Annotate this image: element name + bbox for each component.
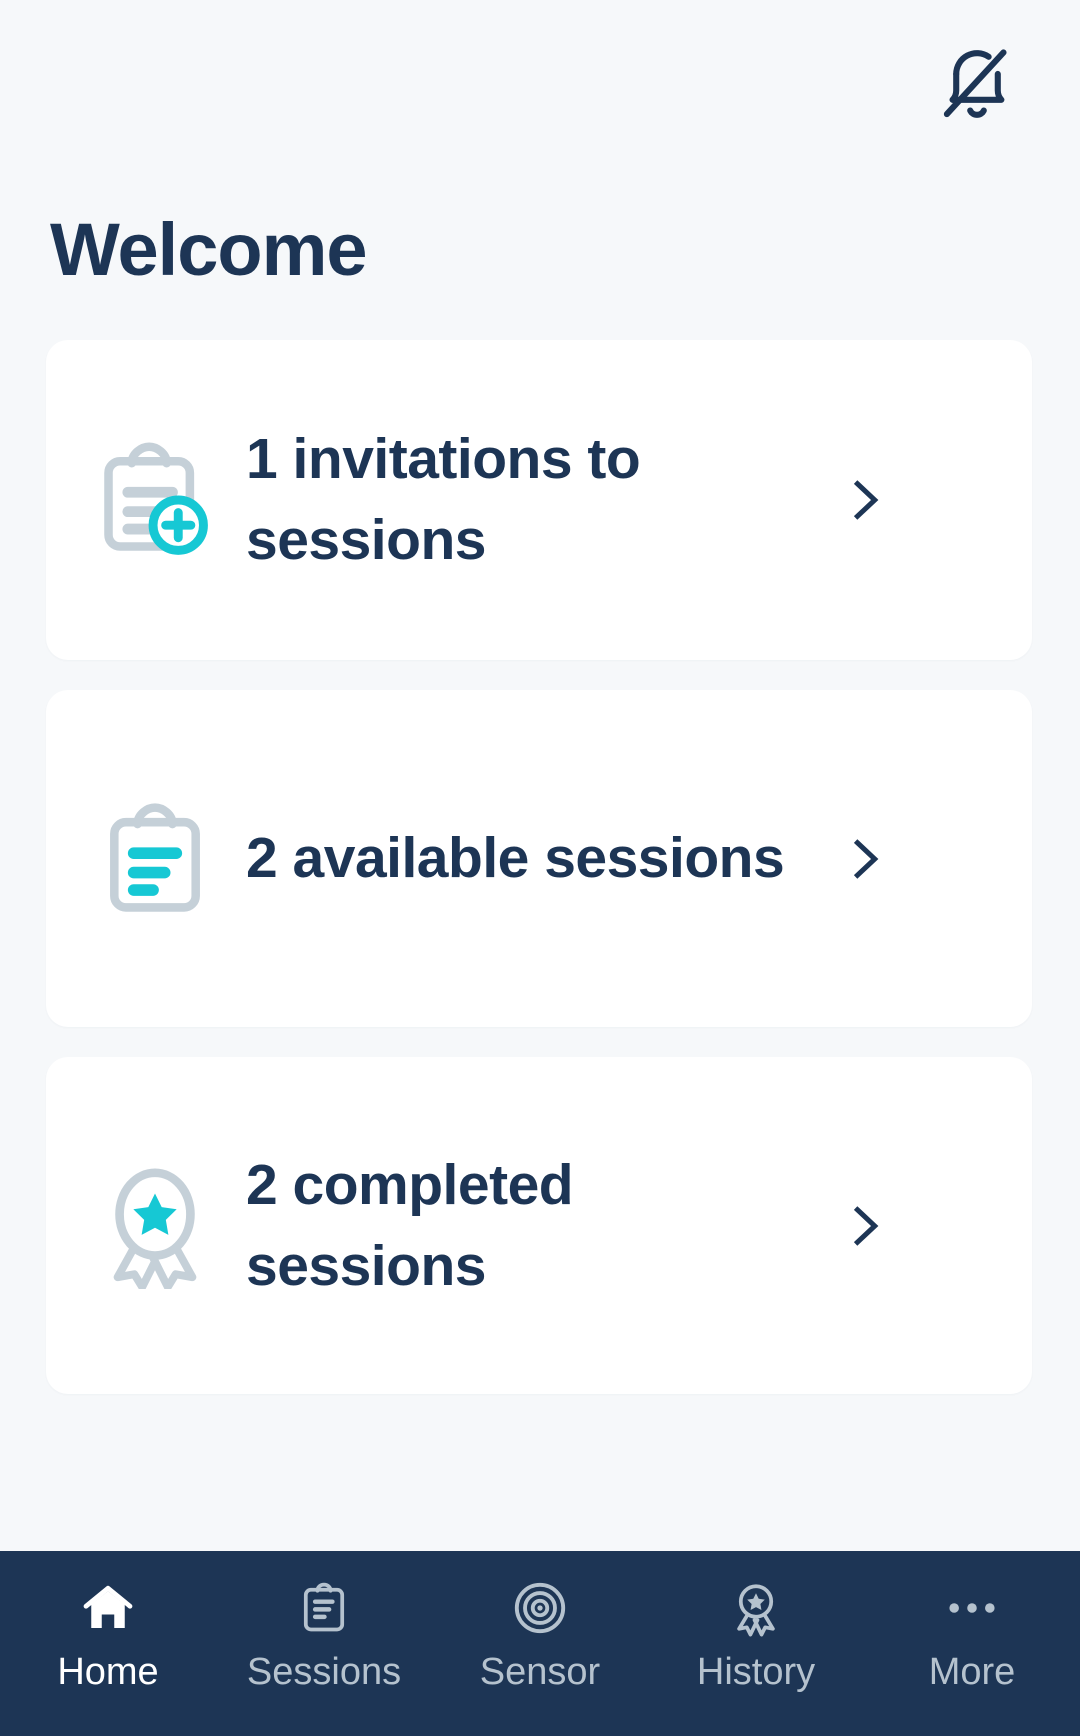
- notification-button[interactable]: [922, 30, 1032, 140]
- chevron-right-icon[interactable]: [830, 1200, 900, 1252]
- welcome-section: Welcome: [0, 170, 1080, 330]
- tab-history[interactable]: History: [648, 1577, 864, 1691]
- tab-label: More: [928, 1651, 1016, 1693]
- tab-sessions[interactable]: Sessions: [216, 1577, 432, 1691]
- tab-more[interactable]: More: [864, 1577, 1080, 1691]
- tab-label: Sessions: [246, 1651, 402, 1693]
- tab-label: Home: [57, 1651, 159, 1693]
- tab-label: History: [696, 1651, 816, 1693]
- card-title: 1 invitations to sessions: [246, 427, 641, 572]
- card-invitations[interactable]: 1 invitations to sessions: [46, 340, 1032, 660]
- app-screen: Welcome 1 invitations to sessions 2 avai…: [0, 0, 1080, 1736]
- tab-label: Sensor: [479, 1651, 601, 1693]
- chevron-right-icon[interactable]: [830, 474, 900, 526]
- card-title: 2 completed sessions: [246, 1152, 574, 1298]
- clipboard-plus-icon: [80, 438, 230, 562]
- tab-sensor[interactable]: Sensor: [432, 1577, 648, 1691]
- page-title: Welcome: [50, 208, 368, 291]
- clipboard-lines-icon: [80, 797, 230, 921]
- clipboard-icon: [296, 1577, 352, 1639]
- bottom-navigation: Home Sessions Sensor History More: [0, 1551, 1080, 1736]
- target-icon: [511, 1577, 569, 1639]
- award-icon: [727, 1577, 785, 1639]
- card-available[interactable]: 2 available sessions: [46, 690, 1032, 1027]
- home-icon: [78, 1577, 138, 1639]
- bell-off-icon: [934, 41, 1020, 130]
- chevron-right-icon[interactable]: [830, 833, 900, 885]
- ellipsis-icon: [941, 1577, 1003, 1639]
- award-ribbon-icon: [80, 1163, 230, 1289]
- card-title: 2 available sessions: [246, 826, 785, 891]
- card-completed[interactable]: 2 completed sessions: [46, 1057, 1032, 1394]
- tab-home[interactable]: Home: [0, 1577, 216, 1691]
- card-list: 1 invitations to sessions 2 available se…: [0, 330, 1080, 1551]
- top-bar: [0, 0, 1080, 170]
